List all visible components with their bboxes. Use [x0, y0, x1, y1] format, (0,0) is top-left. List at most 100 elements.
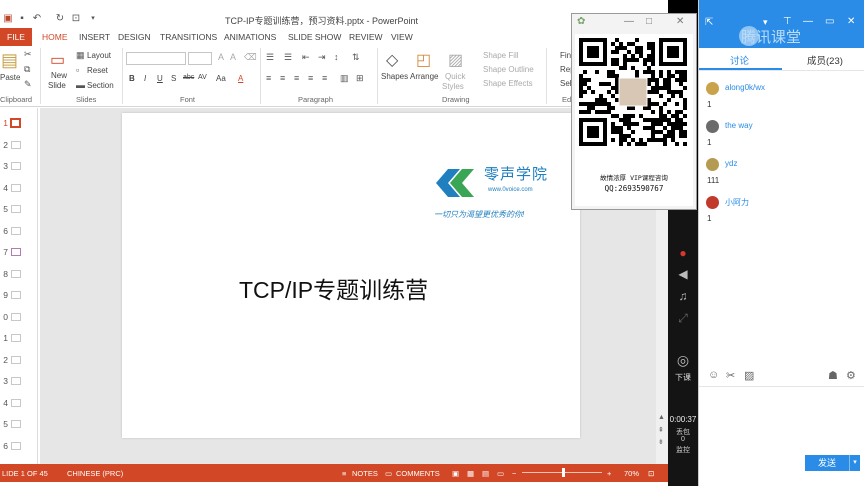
avatar[interactable] — [706, 120, 719, 133]
cut-icon[interactable]: ✂ — [24, 49, 32, 60]
slide-thumbnail[interactable]: 3 — [0, 161, 34, 173]
tab-home[interactable]: HOME — [42, 32, 68, 42]
shapes-icon[interactable]: ◇ — [386, 50, 398, 70]
font-size-box[interactable] — [188, 52, 212, 65]
avatar[interactable] — [706, 196, 719, 209]
message-user[interactable]: 小阿力 — [725, 197, 749, 208]
distributed-icon[interactable]: ≡ — [322, 73, 327, 83]
language-indicator[interactable]: CHINESE (PRC) — [67, 469, 123, 478]
change-case-button[interactable]: Aa — [216, 74, 226, 83]
restore-icon[interactable]: ▭ — [825, 16, 834, 27]
tab-discussion[interactable]: 讨论 — [730, 53, 749, 67]
quick-styles-button-line2[interactable]: Styles — [442, 82, 464, 91]
slide-thumbnail[interactable]: 9 — [0, 290, 34, 302]
next-slide-icon[interactable]: ⇟ — [658, 438, 664, 446]
columns-icon[interactable]: ▥ — [340, 73, 349, 84]
shape-outline-button[interactable]: Shape Outline — [483, 65, 534, 74]
copy-icon[interactable]: ⧉ — [24, 64, 30, 75]
slide-canvas[interactable]: 零声学院 www.0voice.com 一切只为渴望更优秀的你! TCP/IP专… — [122, 113, 580, 438]
comments-button[interactable]: COMMENTS — [396, 469, 440, 478]
message-user[interactable]: ydz — [725, 159, 737, 168]
slide-thumbnail[interactable]: 5 — [0, 419, 34, 431]
normal-view-icon[interactable]: ▣ — [452, 469, 459, 478]
slide-thumbnail[interactable]: 6 — [0, 226, 34, 238]
minimize-icon[interactable]: — — [803, 16, 813, 27]
previous-slide-icon[interactable]: ⇞ — [658, 426, 664, 434]
decrease-indent-icon[interactable]: ⇤ — [302, 52, 310, 63]
message-user[interactable]: along0k/wx — [725, 83, 765, 92]
font-name-box[interactable] — [126, 52, 186, 65]
slide-thumbnail[interactable]: 1 — [0, 118, 34, 130]
slide-thumbnail[interactable]: 2 — [0, 355, 34, 367]
slide-thumbnail[interactable]: 3 — [0, 376, 34, 388]
slide-thumbnail[interactable]: 7 — [0, 247, 34, 259]
underline-button[interactable]: U — [157, 74, 163, 83]
section-button[interactable]: Section — [87, 81, 114, 90]
zoom-level[interactable]: 70% — [624, 469, 639, 478]
slide-thumbnail[interactable]: 0 — [0, 312, 34, 324]
slide-thumbnail[interactable]: 4 — [0, 183, 34, 195]
numbering-icon[interactable]: ☰ — [284, 52, 292, 63]
slide-thumbnail[interactable]: 8 — [0, 269, 34, 281]
bullets-icon[interactable]: ☰ — [266, 52, 274, 63]
tab-file[interactable]: FILE — [0, 28, 32, 46]
close-icon[interactable]: ✕ — [847, 16, 855, 27]
microphone-icon[interactable]: ● — [673, 246, 693, 260]
save-icon[interactable]: ▪ — [16, 13, 28, 25]
arrange-icon[interactable]: ◰ — [416, 50, 431, 70]
slide-thumbnail[interactable]: 6 — [0, 441, 34, 453]
increase-indent-icon[interactable]: ⇥ — [318, 52, 326, 63]
close-icon[interactable]: ✕ — [676, 16, 684, 27]
customize-qat-icon[interactable]: ▾ — [87, 13, 99, 25]
avatar[interactable] — [706, 158, 719, 171]
new-slide-icon[interactable]: ▭ — [50, 50, 65, 70]
tab-insert[interactable]: INSERT — [79, 32, 110, 42]
slideshow-view-icon[interactable]: ▭ — [497, 469, 504, 478]
tab-view[interactable]: VIEW — [391, 32, 413, 42]
grow-font-icon[interactable]: A — [218, 52, 224, 62]
settings-icon[interactable]: ⚙ — [846, 369, 856, 382]
new-slide-button[interactable]: New — [51, 71, 67, 80]
character-spacing-button[interactable]: AV — [198, 74, 207, 81]
send-options-icon[interactable]: ▾ — [849, 455, 860, 471]
strikethrough-button[interactable]: abc — [183, 74, 194, 81]
minimize-icon[interactable]: — — [624, 16, 634, 27]
members-icon[interactable]: ☗ — [828, 369, 838, 382]
align-right-icon[interactable]: ≡ — [294, 73, 299, 83]
slide-sorter-icon[interactable]: ▦ — [467, 469, 474, 478]
tab-design[interactable]: DESIGN — [118, 32, 151, 42]
paste-button[interactable]: Paste — [0, 73, 20, 82]
quick-styles-button[interactable]: Quick — [445, 72, 465, 81]
shadow-button[interactable]: S — [171, 74, 176, 83]
slide-thumbnail[interactable]: 2 — [0, 140, 34, 152]
slide-thumbnail[interactable]: 5 — [0, 204, 34, 216]
emoji-icon[interactable]: ☺ — [708, 369, 719, 381]
new-slide-button-line2[interactable]: Slide — [48, 81, 66, 90]
bold-button[interactable]: B — [129, 74, 135, 83]
tab-animations[interactable]: ANIMATIONS — [224, 32, 276, 42]
zoom-slider-handle[interactable] — [562, 468, 565, 477]
shape-effects-button[interactable]: Shape Effects — [483, 79, 533, 88]
undo-icon[interactable]: ↶ — [31, 13, 43, 25]
align-center-icon[interactable]: ≡ — [280, 73, 285, 83]
start-slideshow-icon[interactable]: ⊡ — [70, 13, 82, 25]
line-spacing-icon[interactable]: ↕ — [334, 52, 339, 62]
smartart-icon[interactable]: ⊞ — [356, 73, 364, 84]
reset-button[interactable]: Reset — [87, 66, 108, 75]
screenshot-icon[interactable]: ✂ — [726, 369, 735, 382]
scroll-up-icon[interactable]: ▲ — [658, 414, 665, 421]
fit-to-window-icon[interactable]: ⊡ — [648, 469, 654, 478]
image-icon[interactable]: ▨ — [744, 369, 754, 382]
zoom-out-icon[interactable]: − — [512, 469, 516, 478]
font-color-button[interactable]: A — [238, 74, 243, 83]
tab-members[interactable]: 成员(23) — [807, 53, 843, 67]
arrange-button[interactable]: Arrange — [410, 72, 438, 81]
shape-fill-button[interactable]: Shape Fill — [483, 51, 519, 60]
chat-input[interactable]: 发送 ▾ — [699, 386, 864, 486]
shrink-font-icon[interactable]: A — [230, 52, 236, 62]
comments-icon[interactable]: ▭ — [385, 469, 392, 478]
slide-thumbnail[interactable]: 1 — [0, 333, 34, 345]
end-class-label[interactable]: 下课 — [668, 372, 698, 383]
qr-code-window[interactable]: ✿ — □ ✕ 故情浓厚 VIP课程咨询 QQ:2693590767 — [571, 13, 697, 210]
quick-styles-icon[interactable]: ▨ — [448, 50, 463, 70]
